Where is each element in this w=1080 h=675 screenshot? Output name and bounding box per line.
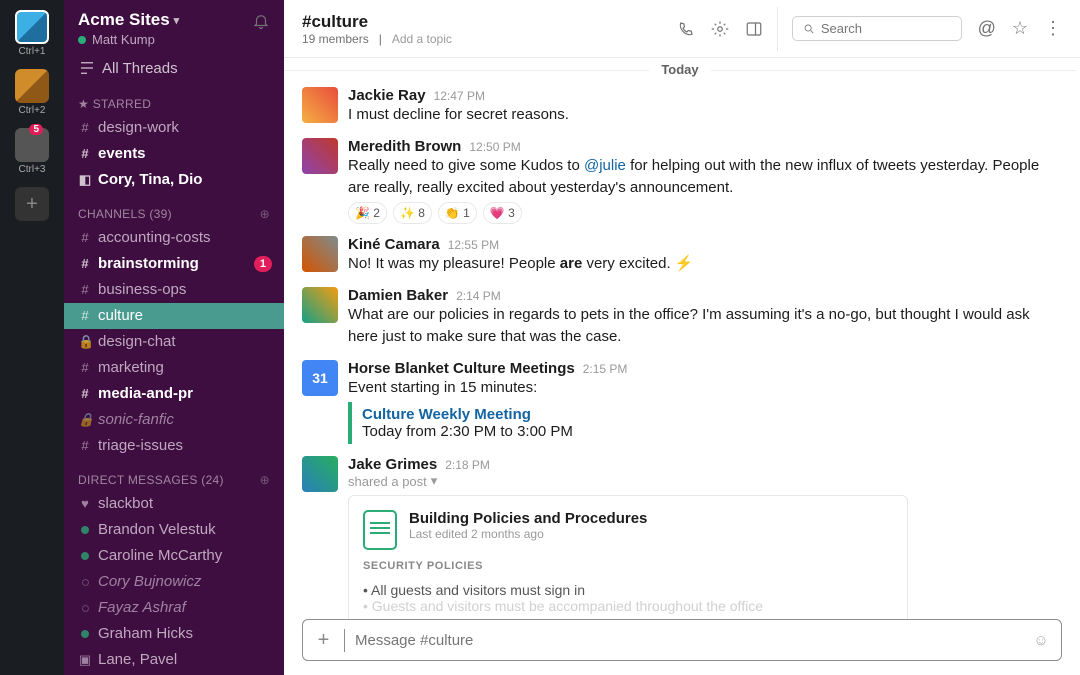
gear-icon[interactable] [711,20,729,38]
channel-item[interactable]: ◧Cory, Tina, Dio [64,167,284,193]
sidebar: Acme Sites ▾ Matt Kump All Threads ★ STAR… [64,0,284,675]
channel-item[interactable]: #business-ops [64,277,284,303]
avatar[interactable] [302,236,338,272]
dm-item[interactable]: Caroline McCarthy [64,543,284,569]
reaction[interactable]: 💗 3 [483,202,522,224]
channel-item[interactable]: 🔒design-chat [64,329,284,355]
workspace-badge: 5 [29,124,43,135]
avatar[interactable] [302,287,338,323]
attach-button[interactable]: + [303,629,345,652]
unread-badge: 1 [254,256,272,272]
more-icon[interactable]: ⋮ [1044,18,1062,39]
post-attachment[interactable]: Building Policies and Procedures Last ed… [348,495,908,619]
workspace-add[interactable]: + [15,183,49,227]
avatar[interactable] [302,138,338,174]
message[interactable]: Jackie Ray12:47 PM I must decline for se… [284,81,1076,132]
channel-item[interactable]: #media-and-pr [64,381,284,407]
add-dm-icon[interactable]: ⊕ [260,473,270,487]
workspace-3[interactable]: Ctrl+35 [15,124,49,179]
section-starred[interactable]: ★ STARRED [64,83,284,115]
avatar[interactable] [302,456,338,492]
message-composer[interactable]: + ☺ [302,619,1062,661]
search-icon [803,22,815,36]
channel-item[interactable]: #marketing [64,355,284,381]
dm-item[interactable]: ♥slackbot [64,491,284,517]
dm-item[interactable]: Brandon Velestuk [64,517,284,543]
message[interactable]: Damien Baker2:14 PM What are our policie… [284,281,1076,354]
message[interactable]: Jake Grimes2:18 PM shared a post ▾ Build… [284,450,1076,619]
channel-header: #culture 19 members | Add a topic @ ☆ ⋮ [284,0,1080,58]
calendar-icon: 31 [302,360,338,396]
message-list[interactable]: Today Jackie Ray12:47 PM I must decline … [284,58,1080,619]
dm-item[interactable]: Cory Bujnowicz [64,569,284,595]
channel-item[interactable]: #culture [64,303,284,329]
channel-item[interactable]: #triage-issues [64,433,284,459]
dm-item[interactable]: Graham Hicks [64,621,284,647]
composer-input[interactable] [345,632,1021,649]
channel-item[interactable]: #events [64,141,284,167]
channel-item[interactable]: 🔒sonic-fanfic [64,407,284,433]
section-channels[interactable]: CHANNELS (39)⊕ [64,193,284,225]
divider [777,7,778,51]
channel-item[interactable]: #accounting-costs [64,225,284,251]
message[interactable]: Meredith Brown12:50 PM Really need to gi… [284,132,1076,231]
channel-item[interactable]: #brainstorming1 [64,251,284,277]
sidebar-toggle-icon[interactable] [745,20,763,38]
presence-dot [78,36,86,44]
document-icon [363,510,397,550]
team-name: Acme Sites [78,10,170,30]
add-channel-icon[interactable]: ⊕ [260,207,270,221]
dm-item[interactable]: Fayaz Ashraf [64,595,284,621]
workspace-2[interactable]: Ctrl+2 [15,65,49,120]
channel-title[interactable]: #culture [302,12,452,32]
search-box[interactable] [792,16,962,41]
search-input[interactable] [821,21,951,36]
message[interactable]: Kiné Camara12:55 PM No! It was my pleasu… [284,230,1076,281]
event-attachment[interactable]: Culture Weekly Meeting Today from 2:30 P… [348,402,1058,444]
emoji-button[interactable]: ☺ [1021,632,1061,649]
reaction[interactable]: ✨ 8 [393,202,432,224]
channel-topic[interactable]: Add a topic [392,32,452,46]
mentions-icon[interactable]: @ [978,18,996,39]
channel-item[interactable]: #design-work [64,115,284,141]
chevron-down-icon: ▾ [174,14,180,27]
mention[interactable]: @julie [584,157,626,174]
bell-icon[interactable] [252,12,270,30]
workspace-switcher: Ctrl+1 Ctrl+2 Ctrl+35 + [0,0,64,675]
sidebar-header[interactable]: Acme Sites ▾ Matt Kump [64,0,284,53]
message[interactable]: 31 Horse Blanket Culture Meetings2:15 PM… [284,354,1076,451]
threads-icon [78,59,96,77]
reaction[interactable]: 👏 1 [438,202,477,224]
dm-item[interactable]: ▣Lane, Pavel [64,647,284,673]
phone-icon[interactable] [677,20,695,38]
all-threads[interactable]: All Threads [64,53,284,83]
section-dms[interactable]: DIRECT MESSAGES (24)⊕ [64,459,284,491]
day-separator: Today [284,62,1076,77]
star-icon[interactable]: ☆ [1012,18,1028,39]
workspace-1[interactable]: Ctrl+1 [15,6,49,61]
main-panel: #culture 19 members | Add a topic @ ☆ ⋮ … [284,0,1080,675]
reaction[interactable]: 🎉 2 [348,202,387,224]
current-user: Matt Kump [92,32,155,47]
avatar[interactable] [302,87,338,123]
chevron-down-icon: ▾ [431,473,438,489]
member-count[interactable]: 19 members [302,32,369,46]
